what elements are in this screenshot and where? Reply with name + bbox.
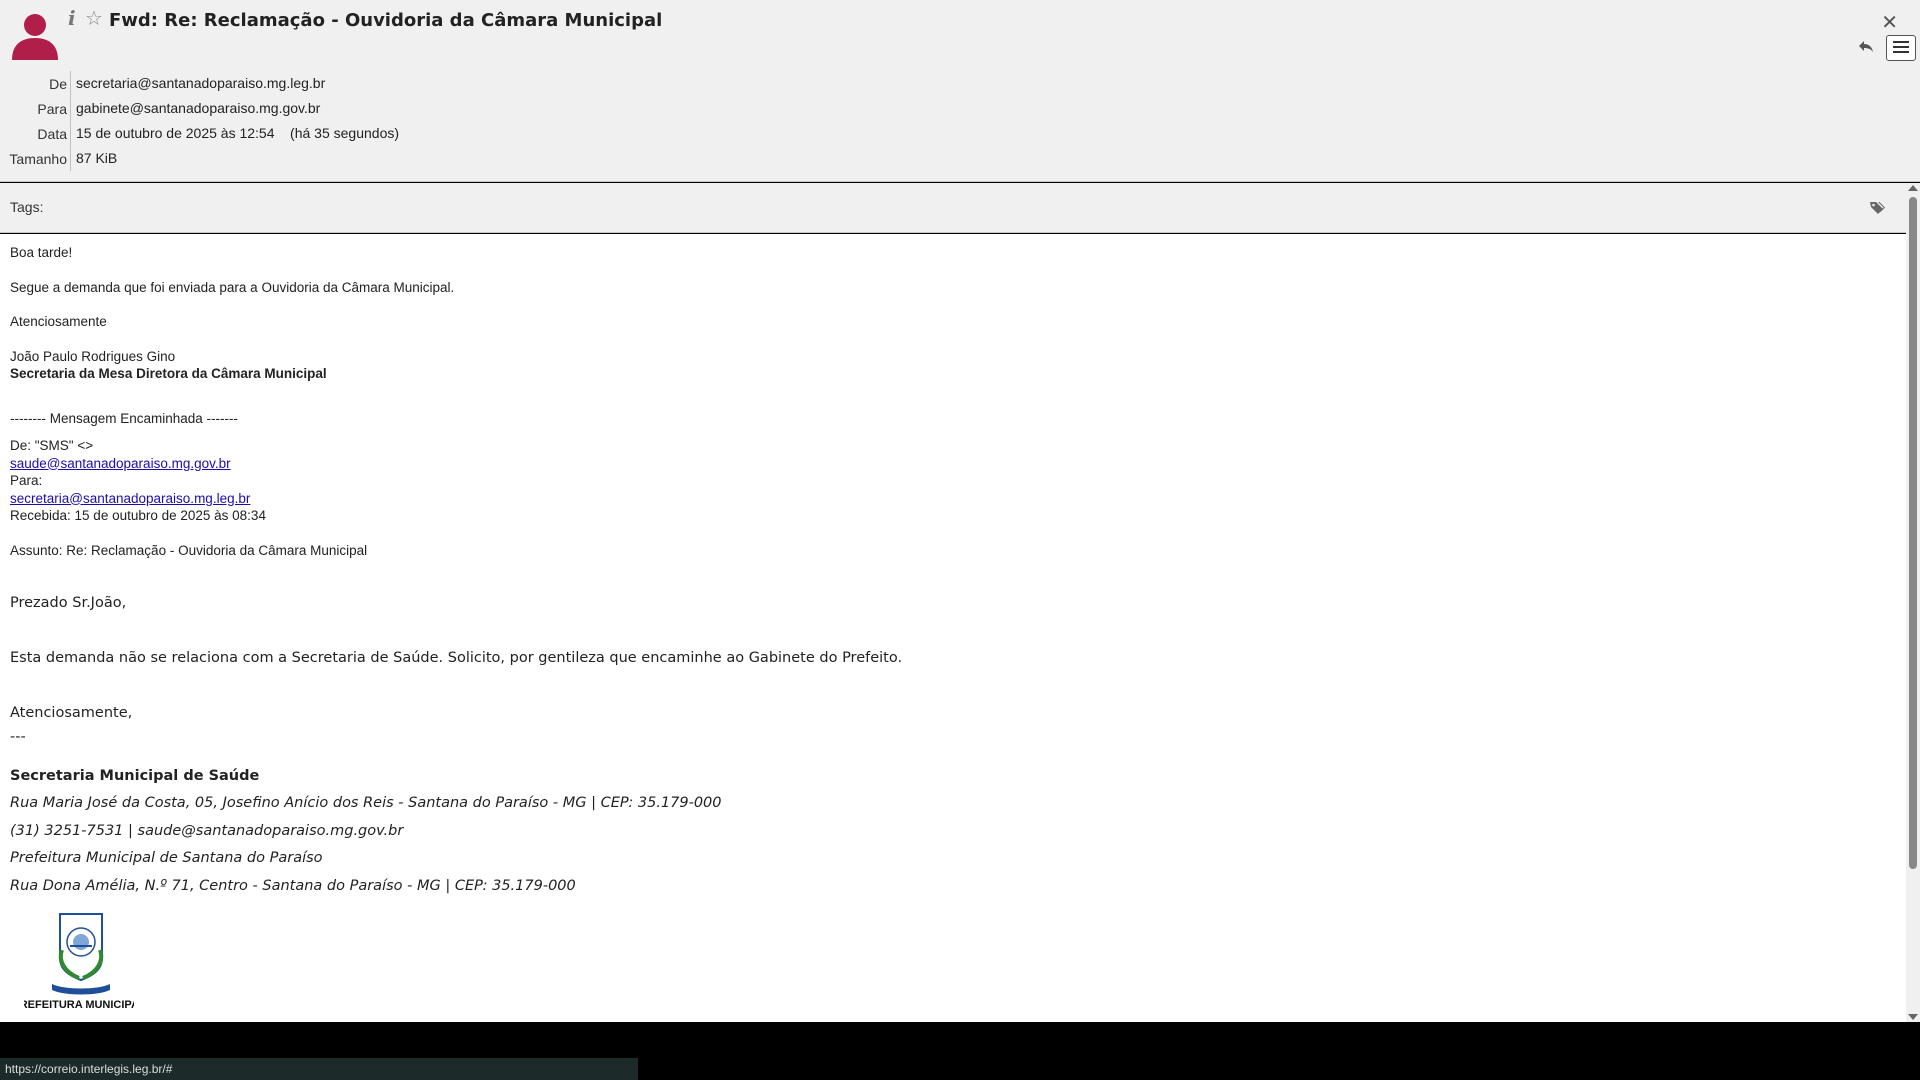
- reply-text: Esta demanda não se relaciona com a Secr…: [10, 650, 903, 666]
- message-subject: Fwd: Re: Reclamação - Ouvidoria da Câmar…: [109, 10, 663, 31]
- star-icon[interactable]: ☆: [85, 6, 103, 30]
- forward-header: -------- Mensagem Encaminhada -------: [10, 410, 239, 426]
- sender-name: João Paulo Rodrigues Gino: [10, 348, 176, 364]
- fwd-from-email-link[interactable]: saude@santanadoparaiso.mg.gov.br: [10, 456, 231, 471]
- reply-block: Prezado Sr.João, Esta demanda não se rel…: [10, 593, 1896, 747]
- fwd-from: De: "SMS" <>: [10, 438, 94, 453]
- menu-icon-bar: [1893, 41, 1909, 43]
- reply-icon[interactable]: [1857, 37, 1875, 55]
- municipal-crest-logo: PREFEITURA MUNICIPAL: [12, 913, 146, 1011]
- tag-icon[interactable]: [1868, 199, 1886, 217]
- closing-text: Atenciosamente: [10, 314, 107, 329]
- signature-line: Rua Dona Amélia, N.º 71, Centro - Santan…: [10, 877, 576, 894]
- size-value: 87 KiB: [70, 146, 117, 171]
- signature-line: (31) 3251-7531 | saude@santanadoparaiso.…: [10, 822, 404, 839]
- message-header: i ☆ Fwd: Re: Reclamação - Ouvidoria da C…: [0, 0, 1920, 182]
- tags-label: Tags:: [10, 199, 44, 215]
- close-icon[interactable]: ✕: [1881, 10, 1898, 34]
- fwd-to-email-link[interactable]: secretaria@santanadoparaiso.mg.leg.br: [10, 491, 250, 506]
- reply-greeting: Prezado Sr.João,: [10, 595, 127, 611]
- sender-title: Secretaria da Mesa Diretora da Câmara Mu…: [10, 366, 327, 381]
- fwd-received: Recebida: 15 de outubro de 2025 às 08:34: [10, 508, 266, 523]
- header-field-date: Data 15 de outubro de 2025 às 12:54 (há …: [0, 121, 399, 146]
- field-label: Tamanho: [9, 150, 67, 167]
- signature-line: Prefeitura Municipal de Santana do Paraí…: [10, 850, 323, 866]
- signature-line: Rua Maria José da Costa, 05, Josefino An…: [10, 795, 722, 811]
- user-avatar-icon: [12, 14, 58, 60]
- fwd-subject: Assunto: Re: Reclamação - Ouvidoria da C…: [10, 542, 368, 558]
- status-bar-url: https://correio.interlegis.leg.br/#: [0, 1058, 638, 1080]
- header-field-from: De secretaria@santanadoparaiso.mg.leg.br: [0, 71, 399, 96]
- signature-title: Secretaria Municipal de Saúde: [10, 768, 260, 784]
- menu-button[interactable]: [1886, 35, 1916, 61]
- scrollbar-thumb[interactable]: [1909, 197, 1917, 869]
- scroll-down-arrow-icon[interactable]: [1908, 1014, 1918, 1020]
- greeting: Boa tarde!: [10, 245, 73, 260]
- vertical-scrollbar[interactable]: [1906, 183, 1920, 1022]
- reply-closing: Atenciosamente,: [10, 705, 133, 721]
- field-label: De: [49, 75, 67, 92]
- menu-icon-bar: [1893, 51, 1909, 53]
- header-field-size: Tamanho 87 KiB: [0, 146, 399, 171]
- intro-text: Segue a demanda que foi enviada para a O…: [10, 279, 455, 295]
- to-address[interactable]: gabinete@santanadoparaiso.mg.gov.br: [70, 96, 320, 121]
- scroll-up-arrow-icon[interactable]: [1908, 185, 1918, 191]
- from-address[interactable]: secretaria@santanadoparaiso.mg.leg.br: [70, 71, 325, 96]
- header-fields: De secretaria@santanadoparaiso.mg.leg.br…: [0, 71, 399, 171]
- message-body: Boa tarde! Segue a demanda que foi envia…: [0, 234, 1906, 1022]
- date-value: 15 de outubro de 2025 às 12:54 (há 35 se…: [70, 121, 399, 146]
- field-label: Data: [37, 125, 67, 142]
- crest-caption: PREFEITURA MUNICIPAL: [24, 999, 134, 1010]
- tags-bar: Tags:: [0, 183, 1906, 233]
- menu-icon-bar: [1893, 46, 1909, 48]
- fwd-to: Para:: [10, 473, 43, 488]
- field-label: Para: [37, 100, 67, 117]
- reply-dashes: ---: [10, 729, 26, 745]
- info-icon[interactable]: i: [68, 6, 76, 30]
- header-field-to: Para gabinete@santanadoparaiso.mg.gov.br: [0, 96, 399, 121]
